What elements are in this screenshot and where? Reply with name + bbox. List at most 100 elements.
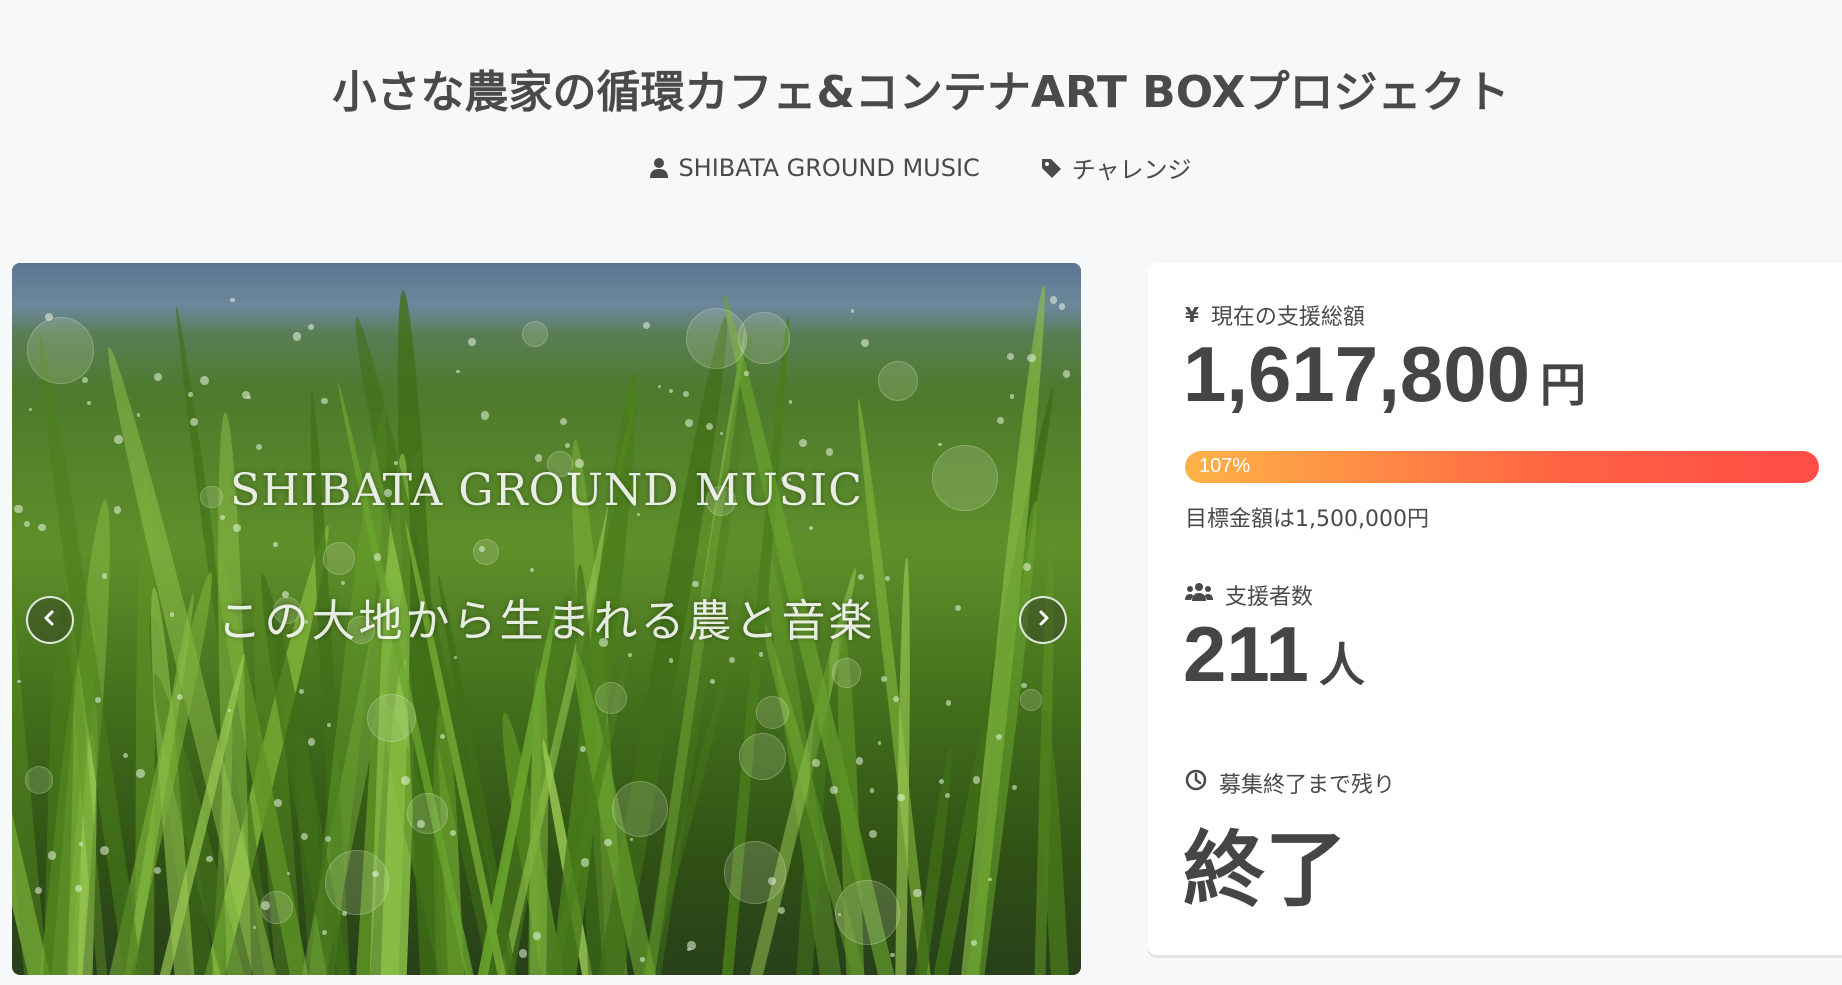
dew-drop: [881, 676, 887, 683]
funding-stats-panel: ¥ 現在の支援総額 1,617,800 円 107% 目標金額は1,500,000…: [1148, 263, 1842, 955]
dew-drop: [153, 866, 161, 874]
backers-unit: 人: [1318, 638, 1365, 692]
dew-drop: [227, 708, 231, 712]
dew-drop: [758, 652, 764, 657]
dew-drop: [24, 520, 31, 527]
dew-drop: [788, 400, 793, 404]
user-icon: [650, 157, 669, 179]
dew-drop: [372, 870, 379, 878]
dew-drop: [682, 391, 689, 398]
dew-drop: [799, 439, 807, 447]
dew-drop: [1062, 369, 1071, 378]
dew-drop: [247, 395, 251, 399]
bokeh-circle: [737, 312, 790, 364]
bokeh-circle: [739, 732, 787, 781]
dew-drop: [938, 442, 942, 447]
owner-link[interactable]: SHIBATA GROUND MUSIC: [650, 150, 980, 185]
dew-drop: [188, 392, 193, 397]
dew-drop: [706, 423, 713, 430]
bokeh-circle: [834, 879, 901, 946]
bokeh-circle: [324, 850, 390, 916]
dew-drop: [456, 370, 460, 374]
bokeh-circle: [472, 538, 499, 565]
chevron-right-icon: [1034, 609, 1052, 631]
dew-drop: [417, 819, 426, 828]
hero-caption-title: SHIBATA GROUND MUSIC: [230, 465, 863, 516]
yen-icon: ¥: [1185, 303, 1199, 327]
dew-drop: [136, 413, 141, 417]
funding-amount-row: 1,617,800 円: [1183, 329, 1586, 420]
users-icon: [1185, 582, 1213, 608]
dew-drop: [82, 376, 89, 383]
dew-drop: [534, 454, 543, 462]
chevron-left-icon: [41, 609, 59, 631]
dew-drop: [868, 830, 877, 839]
dew-drop: [913, 888, 923, 898]
dew-drop: [579, 746, 586, 753]
dew-drop: [1009, 394, 1014, 399]
remaining-label: 募集終了まで残り: [1219, 773, 1396, 798]
dew-drop: [1027, 353, 1036, 363]
dew-drop: [79, 842, 83, 847]
owner-name: SHIBATA GROUND MUSIC: [678, 153, 980, 182]
dew-drop: [743, 370, 749, 376]
backers-count-row: 211 人: [1183, 609, 1365, 700]
dew-drop: [628, 652, 632, 657]
remaining-label-row: 募集終了まで残り: [1185, 767, 1395, 799]
dew-drop: [518, 949, 528, 959]
dew-drop: [533, 932, 541, 940]
dew-drop: [229, 297, 235, 303]
tag-icon: [1040, 157, 1062, 179]
dew-drop: [342, 911, 347, 916]
bokeh-circle: [612, 780, 669, 838]
dew-drop: [858, 573, 865, 580]
dew-drop: [564, 442, 570, 448]
dew-drop: [830, 786, 838, 794]
dew-drop: [86, 401, 91, 406]
dew-drop: [321, 397, 328, 404]
backers-label-row: 支援者数: [1185, 579, 1313, 611]
dew-drop: [530, 567, 535, 572]
dew-drop: [825, 447, 834, 456]
hero-caption-subtitle: この大地から生まれる農と音楽: [217, 596, 876, 647]
dew-drop: [884, 575, 891, 582]
dew-drop: [34, 886, 42, 894]
dew-drop: [640, 957, 645, 962]
dew-drop: [206, 855, 213, 862]
dew-drop: [136, 769, 145, 778]
dew-drop: [560, 418, 568, 426]
funding-label-row: ¥ 現在の支援総額: [1185, 299, 1365, 331]
dew-drop: [995, 734, 1002, 741]
dew-drop: [439, 733, 446, 739]
carousel-prev-button[interactable]: [26, 596, 74, 644]
category-link[interactable]: チャレンジ: [1040, 150, 1192, 185]
backers-label: 支援者数: [1225, 585, 1314, 610]
dew-drop: [580, 858, 590, 867]
dew-drop: [668, 388, 674, 394]
dew-drop: [299, 688, 305, 695]
dew-drop: [728, 657, 736, 664]
dew-drop: [709, 678, 715, 684]
bokeh-circle: [406, 793, 448, 834]
dew-drop: [200, 376, 210, 386]
funding-amount: 1,617,800: [1183, 330, 1531, 418]
dew-drop: [945, 700, 952, 706]
dew-drop: [1059, 303, 1066, 310]
dew-drop: [687, 941, 697, 950]
bokeh-circle: [26, 317, 94, 385]
dew-drop: [326, 723, 331, 727]
carousel-next-button[interactable]: [1019, 596, 1067, 644]
dew-drop: [877, 741, 882, 746]
dew-drop: [453, 655, 457, 660]
bokeh-circle: [756, 695, 789, 729]
dew-drop: [851, 309, 855, 313]
bokeh-circle: [723, 840, 787, 904]
goal-amount: 目標金額は1,500,000円: [1185, 507, 1429, 532]
dew-drop: [292, 331, 302, 341]
dew-drop: [812, 759, 820, 767]
dew-drop: [1021, 682, 1027, 689]
bokeh-circle: [594, 681, 627, 714]
dew-drop: [997, 416, 1005, 424]
dew-drop: [855, 756, 864, 765]
project-title: 小さな農家の循環カフェ&コンテナART BOXプロジェクト: [332, 67, 1510, 118]
